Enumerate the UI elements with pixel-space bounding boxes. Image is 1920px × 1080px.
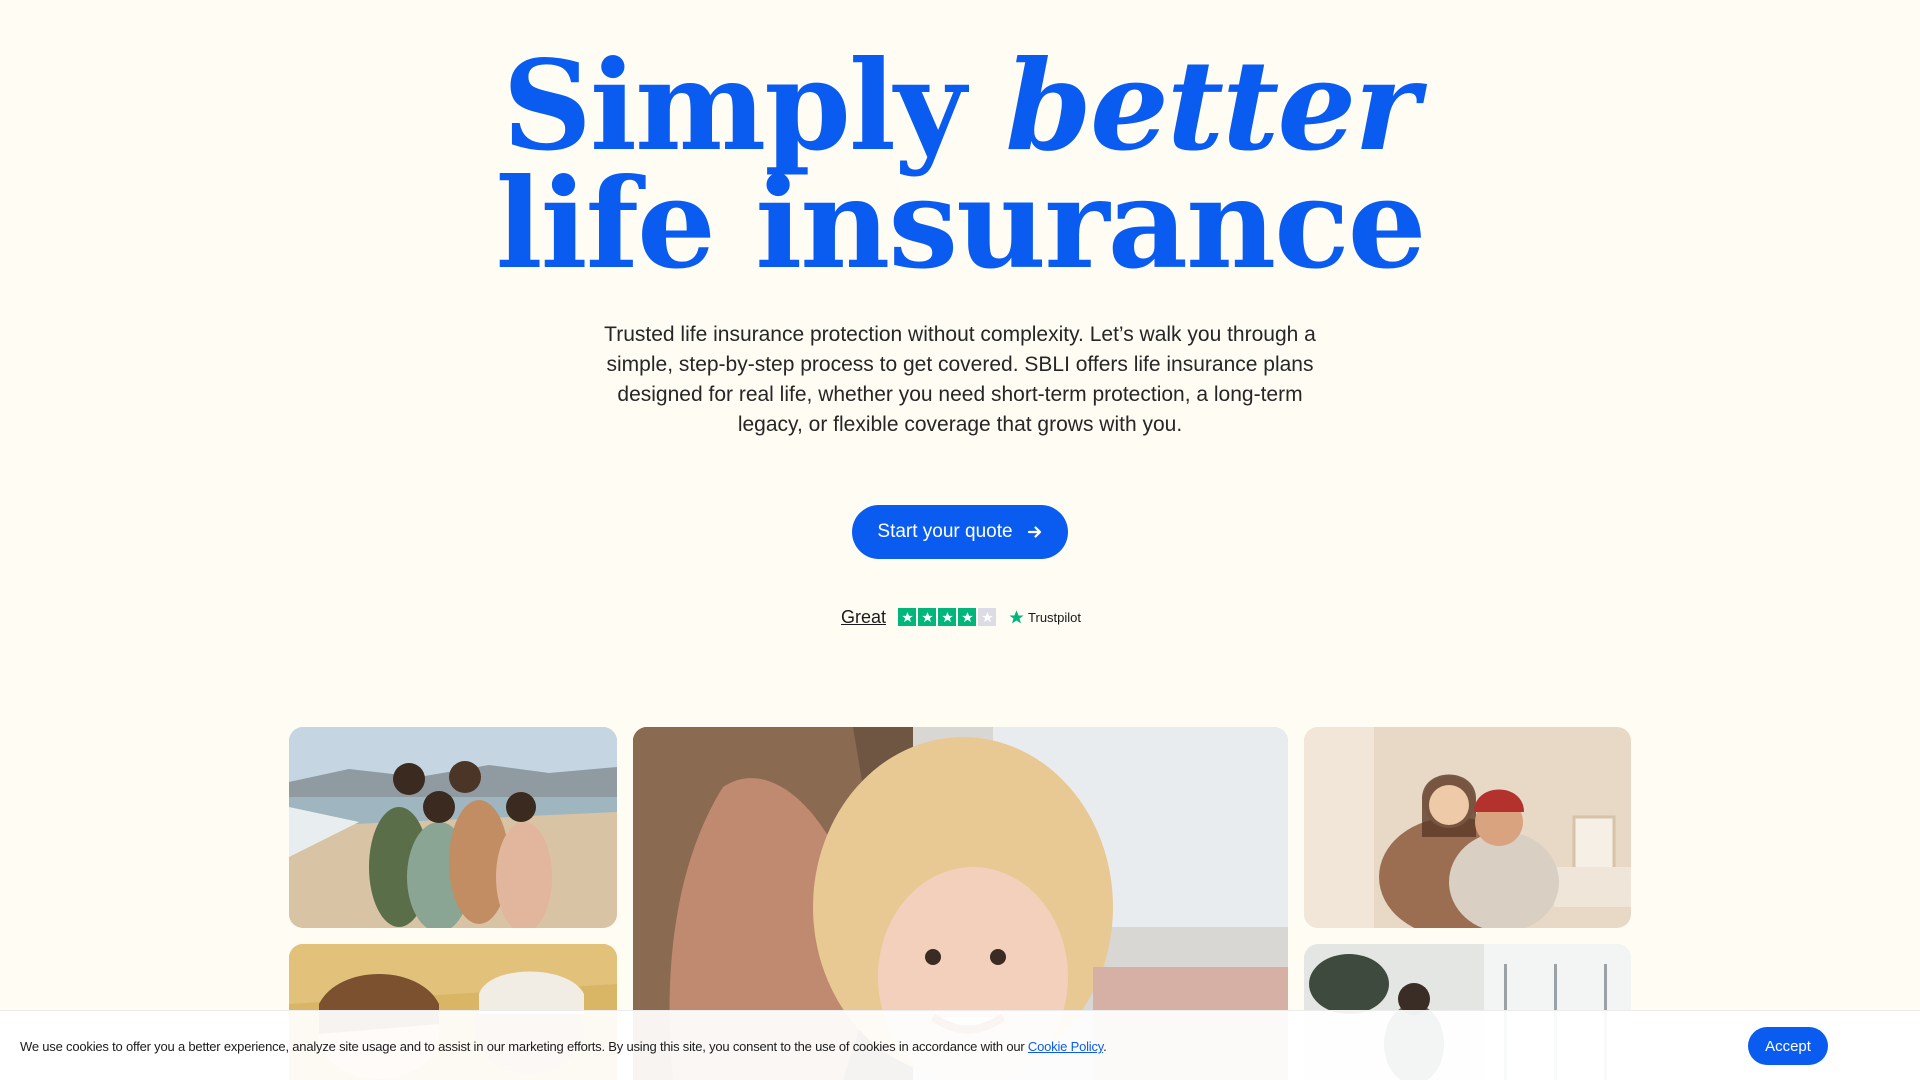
star-icon [958, 608, 977, 626]
trustpilot-brand-text: Trustpilot [1028, 609, 1082, 625]
cookie-policy-link[interactable]: Cookie Policy [1028, 1039, 1103, 1054]
star-icon [918, 608, 937, 626]
cookie-message: We use cookies to offer you a better exp… [20, 1039, 1107, 1054]
star-icon [898, 608, 917, 626]
family-on-beach-photo [289, 727, 617, 928]
start-quote-button[interactable]: Start your quote [852, 505, 1068, 559]
trustpilot-widget[interactable]: Great Trustpilot [841, 605, 1081, 629]
start-quote-label: Start your quote [877, 521, 1013, 542]
cookie-text-end: . [1103, 1039, 1107, 1054]
headline-line-two: life insurance [495, 152, 1426, 297]
trustpilot-rating-label[interactable]: Great [841, 607, 886, 628]
page-title: Simply better life insurance [0, 45, 1920, 287]
hero-subtitle: Trusted life insurance protection withou… [604, 323, 1316, 436]
cookie-banner: We use cookies to offer you a better exp… [0, 1010, 1920, 1080]
star-icon [978, 608, 997, 626]
arrow-right-icon [1027, 524, 1043, 540]
couple-embracing-photo [1304, 727, 1631, 928]
trustpilot-stars [898, 608, 997, 626]
cookie-text: We use cookies to offer you a better exp… [20, 1039, 1028, 1054]
trustpilot-logo: Trustpilot [1008, 609, 1081, 626]
star-icon [938, 608, 957, 626]
trustpilot-star-icon [1009, 609, 1024, 624]
accept-cookies-button[interactable]: Accept [1748, 1027, 1828, 1065]
